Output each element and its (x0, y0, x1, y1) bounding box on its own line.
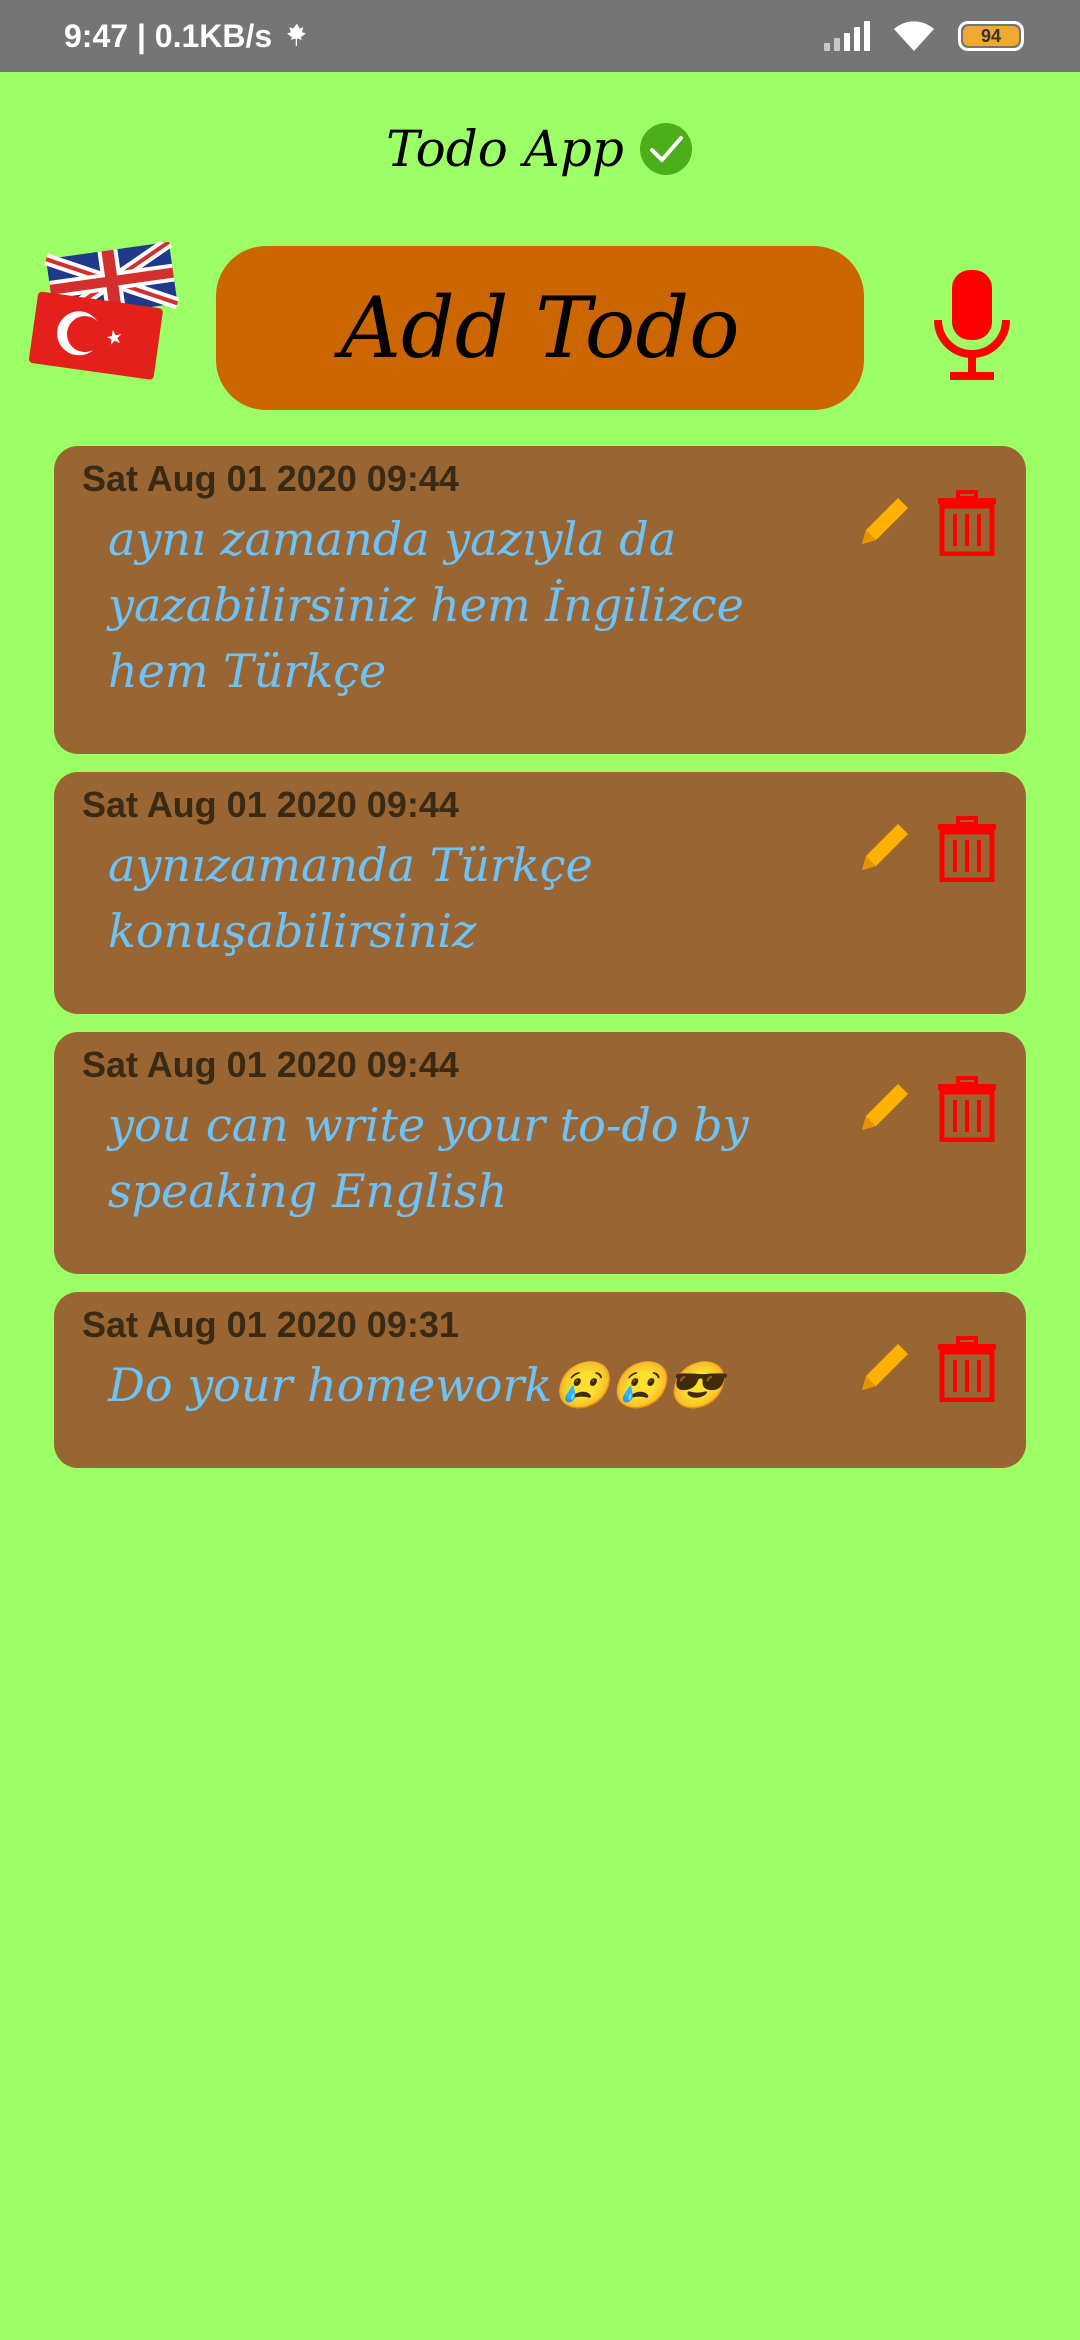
todo-text: aynı zamanda yazıyla da yazabilirsiniz h… (108, 512, 744, 698)
microphone-icon (934, 270, 1010, 380)
todo-text: Do your homework😢😢😎 (108, 1358, 725, 1412)
battery-level: 94 (963, 26, 1019, 46)
todo-item[interactable]: Sat Aug 01 2020 09:44 aynı zamanda yazıy… (54, 446, 1026, 754)
trash-icon[interactable] (936, 1336, 998, 1402)
todo-date: Sat Aug 01 2020 09:44 (82, 784, 459, 825)
status-left: 9:47 | 0.1KB/s (64, 0, 312, 72)
maple-leaf-icon (287, 23, 306, 46)
edit-pencil-icon[interactable] (852, 816, 916, 880)
todo-text: you can write your to-do by speaking Eng… (108, 1098, 749, 1218)
edit-pencil-icon[interactable] (852, 490, 916, 554)
todo-item[interactable]: Sat Aug 01 2020 09:44 you can write your… (54, 1032, 1026, 1274)
app-title: Todo App (0, 120, 1080, 178)
edit-pencil-icon[interactable] (852, 1076, 916, 1140)
page-title: Todo App (386, 120, 624, 178)
todo-date: Sat Aug 01 2020 09:44 (82, 458, 459, 499)
uk-turkey-flag-icon (28, 236, 180, 380)
signal-icon (824, 21, 870, 51)
add-todo-label: Add Todo (340, 279, 740, 377)
voice-input-button[interactable] (932, 268, 1012, 384)
language-toggle-button[interactable] (28, 236, 184, 382)
todo-date: Sat Aug 01 2020 09:44 (82, 1044, 459, 1085)
trash-icon[interactable] (936, 816, 998, 882)
edit-pencil-icon[interactable] (852, 1336, 916, 1400)
status-bar: 9:47 | 0.1KB/s 94 (0, 0, 1080, 72)
add-todo-button[interactable]: Add Todo (216, 246, 864, 410)
check-icon (639, 123, 692, 175)
todo-text: aynızamanda Türkçe konuşabilirsiniz (108, 838, 593, 958)
todo-item[interactable]: Sat Aug 01 2020 09:31 Do your homework😢😢… (54, 1292, 1026, 1468)
todo-item[interactable]: Sat Aug 01 2020 09:44 aynızamanda Türkçe… (54, 772, 1026, 1014)
battery-icon: 94 (958, 21, 1024, 51)
status-time-speed: 9:47 | 0.1KB/s (64, 17, 273, 54)
wifi-icon (894, 21, 934, 51)
trash-icon[interactable] (936, 1076, 998, 1142)
trash-icon[interactable] (936, 490, 998, 556)
status-right: 94 (824, 0, 1024, 72)
todo-date: Sat Aug 01 2020 09:31 (82, 1304, 459, 1345)
